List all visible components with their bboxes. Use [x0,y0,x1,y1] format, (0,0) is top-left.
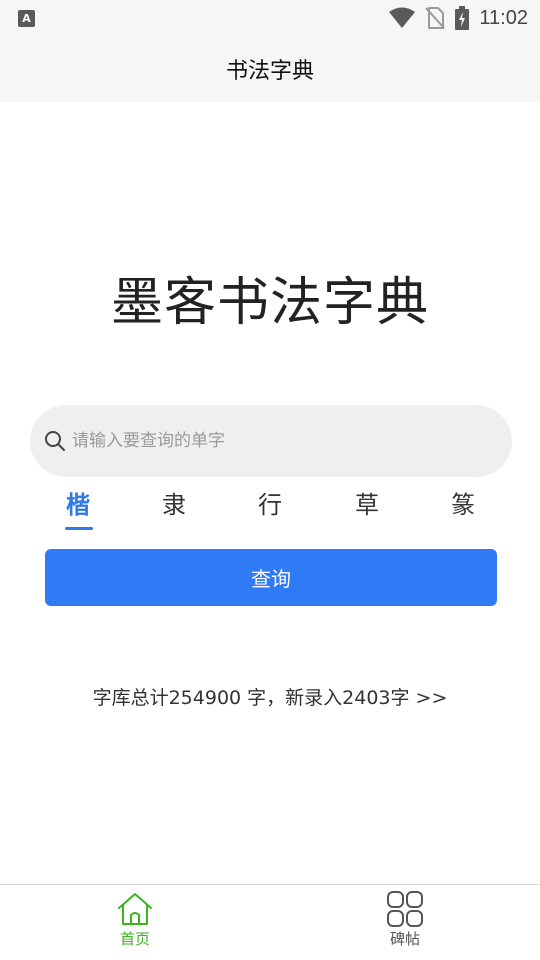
tab-label: 隶 [162,491,186,519]
search-icon [45,431,65,451]
tab-li[interactable]: 隶 [144,488,204,532]
tab-zhuan[interactable]: 篆 [433,488,493,532]
tab-xing[interactable]: 行 [240,488,300,532]
page-title: 书法字典 [225,59,314,84]
tab-kai[interactable]: 楷 [48,488,108,532]
no-sim-icon [425,7,446,29]
nav-label: 碑帖 [389,930,420,948]
bottom-nav: 首页 碑帖 [0,884,540,960]
battery-charging-icon [455,6,470,30]
clock: 11:02 [479,6,528,29]
tab-label: 篆 [451,491,475,519]
grid-icon [387,891,423,927]
tab-label: 楷 [66,491,90,519]
nav-item-steles[interactable]: 碑帖 [365,891,445,957]
active-tab-indicator [65,527,93,530]
home-icon [118,893,152,925]
wifi-icon [389,7,416,28]
tab-label: 草 [355,491,379,519]
search-input[interactable] [72,431,472,451]
status-icons: 11:02 [389,4,528,32]
tab-label: 行 [258,491,282,519]
library-stats-link[interactable]: 字库总计254900 字，新录入2403字 >> [0,683,540,710]
hero-title: 墨客书法字典 [110,273,429,333]
script-style-tabs: 楷 隶 行 草 篆 [30,488,512,532]
query-button[interactable]: 查询 [45,549,497,606]
keyboard-notification-icon: A [18,10,35,27]
status-bar: A 11:02 [0,0,540,36]
nav-label: 首页 [119,930,150,948]
app-bar: 书法字典 [0,36,540,102]
tab-cao[interactable]: 草 [337,488,397,532]
nav-item-home[interactable]: 首页 [95,891,175,957]
search-bar[interactable] [30,405,512,477]
